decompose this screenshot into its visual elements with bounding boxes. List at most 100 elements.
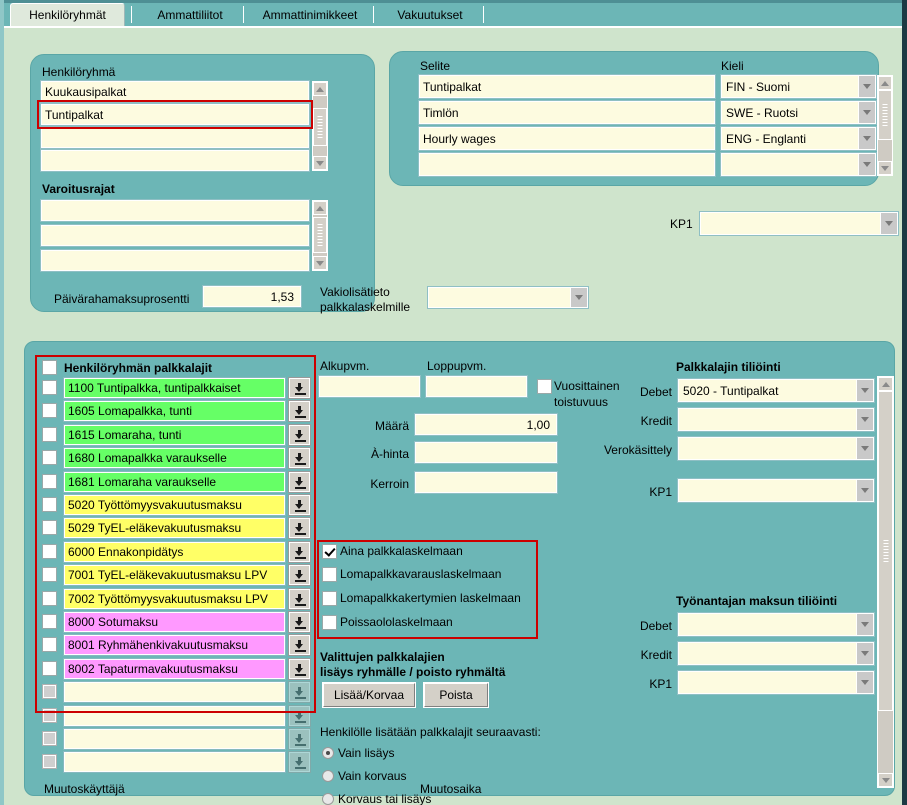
- henkiloryhma-item-3[interactable]: [40, 149, 310, 172]
- scroll-down-button[interactable]: [878, 773, 893, 787]
- poissaololaskelmaan-checkbox[interactable]: [322, 615, 337, 630]
- loppupvm-input[interactable]: [425, 375, 528, 398]
- palkkalaji-row-field[interactable]: 7001 TyEL-eläkevakuutusmaksu LPV: [63, 564, 286, 586]
- palkkalaji-row-download-icon[interactable]: [288, 751, 311, 773]
- palkkalaji-row-field[interactable]: 5020 Työttömyysvakuutusmaksu: [63, 494, 286, 516]
- varoitusraja-item-0[interactable]: [40, 199, 310, 222]
- scroll-down-button[interactable]: [878, 161, 892, 175]
- palkkalaji-row-checkbox[interactable]: [42, 520, 57, 535]
- kp1-combo[interactable]: [677, 478, 875, 503]
- palkkalaji-row-checkbox[interactable]: [42, 591, 57, 606]
- scroll-thumb[interactable]: [878, 391, 893, 711]
- aina-palkkalaskelmaan-checkbox[interactable]: [322, 544, 337, 559]
- scroll-track[interactable]: [313, 96, 327, 156]
- lomapalkkavarauslaskelmaan-checkbox[interactable]: [322, 567, 337, 582]
- henkiloryhma-scrollbar[interactable]: [312, 81, 328, 171]
- vuosittainen-toistuvuus-checkbox[interactable]: [537, 379, 552, 394]
- poista-button[interactable]: Poista: [423, 682, 489, 708]
- scroll-track[interactable]: [878, 90, 892, 161]
- paivaraha-input[interactable]: 1,53: [202, 285, 302, 308]
- tab-vakuutukset[interactable]: Vakuutukset: [375, 3, 485, 26]
- henkiloryhma-item-1[interactable]: Tuntipalkat: [40, 103, 310, 126]
- palkkalaji-row-download-icon[interactable]: [288, 611, 311, 633]
- palkkalaji-row-field[interactable]: [63, 728, 286, 750]
- tab-ammattinimikkeet[interactable]: Ammattinimikkeet: [245, 3, 375, 26]
- varoitusraja-item-1[interactable]: [40, 224, 310, 247]
- palkkalaji-row-checkbox[interactable]: [42, 403, 57, 418]
- kieli-row-1[interactable]: SWE - Ruotsi: [720, 100, 877, 125]
- palkkalaji-row-checkbox[interactable]: [42, 474, 57, 489]
- tab-henkiloryhmat[interactable]: Henkilöryhmät: [10, 3, 125, 26]
- lisaa-korvaa-button[interactable]: Lisää/Korvaa: [322, 682, 416, 708]
- henkiloryhma-item-2[interactable]: [40, 126, 310, 149]
- palkkalaji-row-field[interactable]: 6000 Ennakonpidätys: [63, 541, 286, 563]
- ta-kredit-combo[interactable]: [677, 641, 875, 666]
- palkkalaji-row-download-icon[interactable]: [288, 447, 311, 469]
- selite-row-1[interactable]: Timlön: [418, 100, 716, 125]
- scroll-thumb[interactable]: [313, 108, 327, 146]
- palkkalaji-row-checkbox[interactable]: [42, 754, 57, 769]
- selite-row-2[interactable]: Hourly wages: [418, 126, 716, 151]
- selite-row-3[interactable]: [418, 152, 716, 177]
- palkkalaji-row-field[interactable]: [63, 681, 286, 703]
- korvaus-tai-lisays-radio[interactable]: [322, 793, 334, 805]
- chevron-down-icon[interactable]: [858, 76, 875, 97]
- chevron-down-icon[interactable]: [856, 380, 873, 401]
- chevron-down-icon[interactable]: [858, 128, 875, 149]
- vain-lisays-radio[interactable]: [322, 747, 334, 759]
- palkkalaji-row-checkbox[interactable]: [42, 567, 57, 582]
- chevron-down-icon[interactable]: [570, 288, 587, 307]
- palkkalaji-row-download-icon[interactable]: [288, 705, 311, 727]
- kieli-row-0[interactable]: FIN - Suomi: [720, 74, 877, 99]
- varoitusrajat-scrollbar[interactable]: [312, 200, 328, 271]
- chevron-down-icon[interactable]: [856, 480, 873, 501]
- selite-row-0[interactable]: Tuntipalkat: [418, 74, 716, 99]
- vakiolisatieto-combo[interactable]: [427, 286, 589, 309]
- palkkalaji-row-checkbox[interactable]: [42, 731, 57, 746]
- lomapalkkakertymien-laskelmaan-checkbox[interactable]: [322, 591, 337, 606]
- palkkalaji-row-field[interactable]: [63, 705, 286, 727]
- palkkalaji-row-field[interactable]: 8001 Ryhmähenkivakuutusmaksu: [63, 634, 286, 656]
- palkkalaji-row-checkbox[interactable]: [42, 544, 57, 559]
- scroll-thumb[interactable]: [878, 90, 892, 140]
- palkkalaji-row-checkbox[interactable]: [42, 614, 57, 629]
- palkkalaji-row-field[interactable]: 8002 Tapaturmavakuutusmaksu: [63, 658, 286, 680]
- kieli-row-3[interactable]: [720, 152, 877, 177]
- chevron-down-icon[interactable]: [856, 672, 873, 693]
- palkkalaji-row-field[interactable]: 8000 Sotumaksu: [63, 611, 286, 633]
- ta-kp1-combo[interactable]: [677, 670, 875, 695]
- scroll-up-button[interactable]: [878, 377, 893, 391]
- palkkalaji-row-checkbox[interactable]: [42, 684, 57, 699]
- scroll-down-button[interactable]: [313, 156, 327, 170]
- varoitusraja-item-2[interactable]: [40, 249, 310, 272]
- verokasittely-combo[interactable]: [677, 436, 875, 461]
- palkkalaji-row-download-icon[interactable]: [288, 634, 311, 656]
- palkkalaji-row-field[interactable]: 5029 TyEL-eläkevakuutusmaksu: [63, 517, 286, 539]
- chevron-down-icon[interactable]: [858, 102, 875, 123]
- ta-debet-combo[interactable]: [677, 612, 875, 637]
- ahinta-input[interactable]: [414, 441, 558, 464]
- palkkalaji-row-checkbox[interactable]: [42, 380, 57, 395]
- palkkalaji-row-download-icon[interactable]: [288, 424, 311, 446]
- kerroin-input[interactable]: [414, 471, 558, 494]
- scroll-track[interactable]: [313, 215, 327, 256]
- palkkalaji-row-download-icon[interactable]: [288, 541, 311, 563]
- palkkalaji-row-field[interactable]: 1615 Lomaraha, tunti: [63, 424, 286, 446]
- alkupvm-input[interactable]: [318, 375, 421, 398]
- chevron-down-icon[interactable]: [856, 614, 873, 635]
- vain-korvaus-radio[interactable]: [322, 770, 334, 782]
- palkkalaji-row-field[interactable]: 1681 Lomaraha varaukselle: [63, 471, 286, 493]
- maara-input[interactable]: 1,00: [414, 413, 558, 436]
- palkkalaji-row-field[interactable]: 7002 Työttömyysvakuutusmaksu LPV: [63, 588, 286, 610]
- tab-ammattiliitot[interactable]: Ammattiliitot: [135, 3, 245, 26]
- palkkalaji-row-download-icon[interactable]: [288, 400, 311, 422]
- palkkalaji-row-download-icon[interactable]: [288, 681, 311, 703]
- chevron-down-icon[interactable]: [858, 154, 875, 175]
- select-all-checkbox[interactable]: [42, 360, 57, 375]
- bottom-panel-scrollbar[interactable]: [877, 376, 894, 788]
- palkkalaji-row-checkbox[interactable]: [42, 497, 57, 512]
- palkkalaji-row-download-icon[interactable]: [288, 564, 311, 586]
- scroll-up-button[interactable]: [878, 76, 892, 90]
- scroll-thumb[interactable]: [313, 217, 327, 253]
- chevron-down-icon[interactable]: [856, 438, 873, 459]
